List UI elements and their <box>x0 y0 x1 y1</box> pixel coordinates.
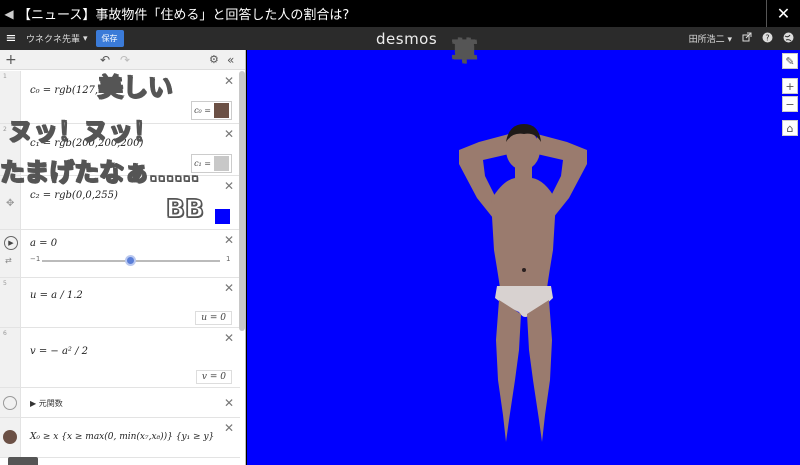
color-swatch <box>214 103 229 118</box>
delete-expression-icon[interactable]: ✕ <box>224 396 234 410</box>
graph-figure <box>459 124 587 442</box>
expression-row[interactable]: ▶ ⇄ a = 0 ✕ −1 1 <box>0 230 240 278</box>
expression-math[interactable]: X₀ ≥ x {x ≥ max(0, min(x₇,x₈))} {y₁ ≥ y} <box>30 432 214 442</box>
play-icon[interactable]: ▶ <box>4 236 18 250</box>
delete-expression-icon[interactable]: ✕ <box>224 331 234 345</box>
expression-math[interactable]: c₂ = rgb(0,0,255) <box>30 190 118 201</box>
graph-title[interactable]: ウネクネ先輩 ▾ <box>26 32 88 46</box>
collapse-panel-icon[interactable]: « <box>227 53 234 67</box>
expression-gutter: ▶ ⇄ <box>0 230 21 277</box>
repeat-icon[interactable]: ⇄ <box>5 256 12 265</box>
expression-math[interactable]: u = a / 1.2 <box>30 290 83 301</box>
app-header: ≡ ウネクネ先輩 ▾ 保存 desmos 田所浩二 ▾ ? <box>0 27 800 50</box>
slider-max: 1 <box>226 255 231 263</box>
expression-row[interactable]: X₀ ≥ x {x ≥ max(0, min(x₇,x₈))} {y₁ ≥ y}… <box>0 418 240 458</box>
visibility-toggle-icon[interactable] <box>3 396 17 410</box>
svg-text:?: ? <box>765 33 769 42</box>
scrollbar[interactable] <box>239 71 245 331</box>
save-button[interactable]: 保存 <box>95 30 124 47</box>
expression-gutter <box>0 388 21 417</box>
expression-math[interactable]: a = 0 <box>30 238 57 249</box>
delete-expression-icon[interactable]: ✕ <box>224 179 234 193</box>
expression-gutter <box>0 418 21 457</box>
graph-title-text: ウネクネ先輩 <box>26 35 81 45</box>
color-swatch <box>215 209 230 224</box>
add-expression-icon[interactable]: + <box>5 52 17 68</box>
chevron-left-icon[interactable]: ◀ <box>0 7 18 21</box>
evaluation-box: v = 0 <box>195 370 232 384</box>
expression-row[interactable]: 5 u = a / 1.2 ✕ u = 0 <box>0 278 240 328</box>
chevron-down-icon: ▾ <box>727 35 732 45</box>
share-icon[interactable] <box>742 32 752 45</box>
color-swatch-box: c₀ = <box>191 101 232 120</box>
drag-handle-icon[interactable]: ✥ <box>6 198 14 209</box>
undo-icon[interactable]: ↶ <box>100 53 110 67</box>
expression-gutter: 6 <box>0 328 21 387</box>
danmaku-comment: たまげたなぁ…… <box>0 157 200 188</box>
delete-expression-icon[interactable]: ✕ <box>224 281 234 295</box>
color-toggle-icon[interactable] <box>3 430 17 444</box>
folder-label[interactable]: ▶ 元関数 <box>30 398 63 409</box>
danmaku-comment: 美しい <box>97 72 174 103</box>
keyboard-toggle-button[interactable] <box>8 457 38 465</box>
danmaku-comment: ヌッ！ヌッ！ <box>7 116 159 147</box>
desmos-logo: desmos <box>376 30 438 48</box>
video-title-bar: ◀ 【ニュース】事故物件「住める」と回答した人の割合は? ✕ <box>0 0 800 27</box>
chevron-down-icon: ▾ <box>83 33 88 44</box>
delete-expression-icon[interactable]: ✕ <box>224 74 234 88</box>
expression-row[interactable]: 6 v = − a² / 2 ✕ v = 0 <box>0 328 240 388</box>
danmaku-comment: BB <box>165 193 205 224</box>
delete-expression-icon[interactable]: ✕ <box>224 233 234 247</box>
user-name: 田所浩二 <box>688 35 725 45</box>
triangle-right-icon: ▶ <box>30 399 37 408</box>
expression-gutter: 5 <box>0 278 21 327</box>
redo-icon[interactable]: ↷ <box>120 53 130 67</box>
close-icon[interactable]: ✕ <box>766 0 800 27</box>
globe-icon[interactable] <box>783 32 794 46</box>
help-icon[interactable]: ? <box>762 32 773 46</box>
expression-toolbar: + ↶ ↷ ⚙ « <box>0 50 245 70</box>
menu-icon[interactable]: ≡ <box>0 31 22 46</box>
user-menu[interactable]: 田所浩二 ▾ <box>689 32 732 45</box>
graph-canvas[interactable]: ✎ + − ⌂ <box>247 50 800 465</box>
slider-min: −1 <box>30 255 41 263</box>
folder-row[interactable]: ▶ 元関数 ✕ <box>0 388 240 418</box>
header-right-controls: 田所浩二 ▾ ? <box>689 27 800 50</box>
slider-handle[interactable] <box>125 255 136 266</box>
delete-expression-icon[interactable]: ✕ <box>224 127 234 141</box>
danmaku-comment: 草 <box>451 36 478 67</box>
color-swatch <box>214 156 229 171</box>
delete-expression-icon[interactable]: ✕ <box>224 421 234 435</box>
video-title: 【ニュース】事故物件「住める」と回答した人の割合は? <box>18 8 350 23</box>
evaluation-box: u = 0 <box>195 311 232 325</box>
expression-math[interactable]: v = − a² / 2 <box>30 346 88 357</box>
gear-icon[interactable]: ⚙ <box>209 53 219 66</box>
